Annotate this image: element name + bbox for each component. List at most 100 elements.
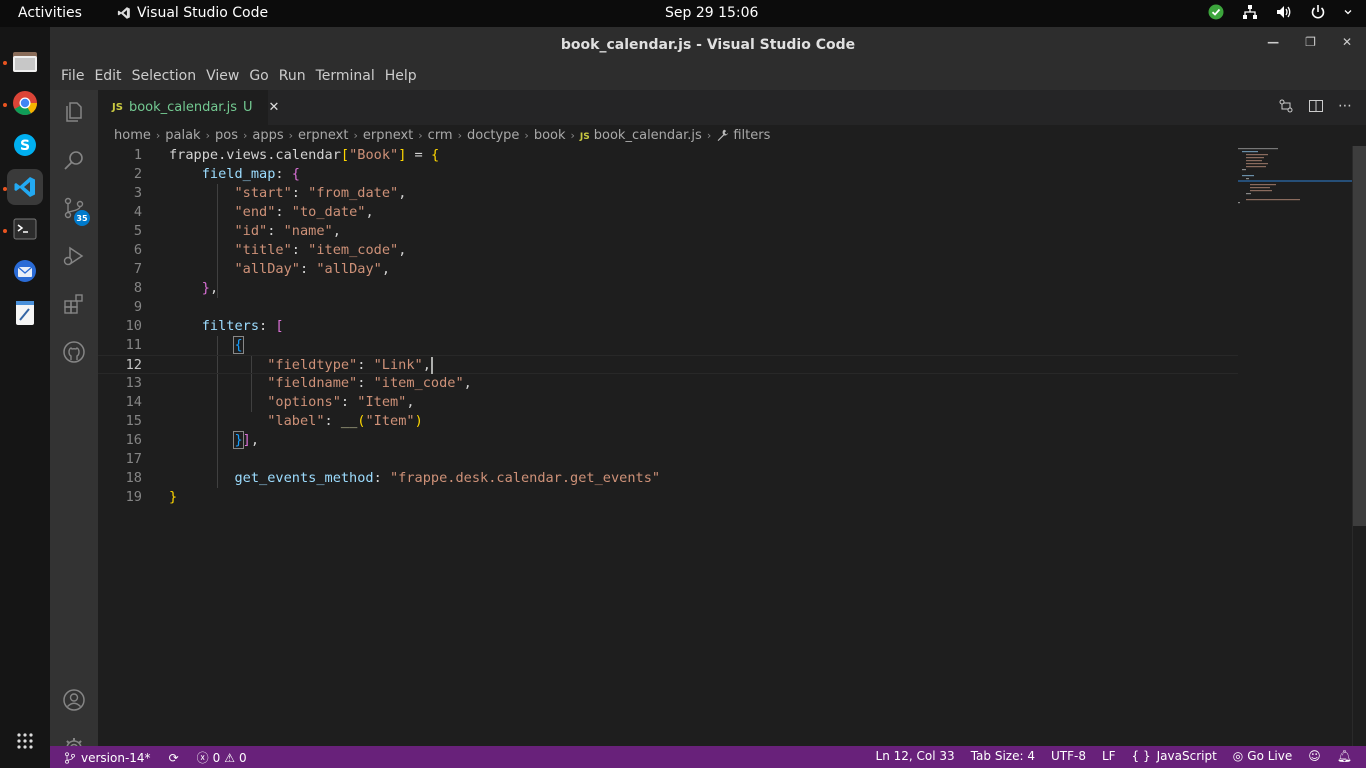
line-number: 9 <box>133 299 142 315</box>
code-text: "end": "to_date", <box>234 204 374 220</box>
code-text: } <box>169 489 178 505</box>
chevron-right-icon: › <box>288 128 294 142</box>
breadcrumb-segment[interactable]: erpnext <box>298 128 348 143</box>
vscode-icon[interactable] <box>7 169 43 205</box>
menu-help[interactable]: Help <box>380 64 422 90</box>
line-number: 15 <box>125 413 142 429</box>
breadcrumb-file[interactable]: JS book_calendar.js <box>580 128 702 143</box>
breadcrumb-segment[interactable]: doctype <box>467 128 519 143</box>
notifications-bell-icon[interactable]: 🔔︎ <box>1337 749 1352 763</box>
network-icon[interactable] <box>1242 4 1258 20</box>
code-text: "id": "name", <box>234 223 341 239</box>
breadcrumb-segment[interactable]: crm <box>428 128 453 143</box>
go-live-button[interactable]: ◎ Go Live <box>1233 749 1292 763</box>
update-shield-icon[interactable] <box>1208 4 1224 20</box>
menu-edit[interactable]: Edit <box>89 64 126 90</box>
app-menu[interactable]: Visual Studio Code <box>117 5 268 21</box>
code-text: "fieldtype": "Link", <box>267 356 433 374</box>
chevron-right-icon: › <box>524 128 529 142</box>
code-text: filters: [ <box>201 318 284 334</box>
code-text: field_map: { <box>201 166 300 182</box>
line-number: 17 <box>125 451 142 467</box>
system-tray <box>1208 4 1352 20</box>
breadcrumb-segment[interactable]: erpnext <box>363 128 413 143</box>
more-actions-icon[interactable]: ⋯ <box>1338 98 1352 114</box>
minimap[interactable] <box>1238 146 1366 746</box>
window-titlebar[interactable]: book_calendar.js - Visual Studio Code — … <box>50 27 1366 64</box>
skype-icon[interactable]: S <box>7 127 43 163</box>
line-number: 18 <box>125 470 142 486</box>
breadcrumb-segment[interactable]: book <box>534 128 566 143</box>
app-name: Visual Studio Code <box>137 5 269 21</box>
error-icon: ⓧ <box>196 751 209 765</box>
volume-icon[interactable] <box>1276 4 1292 20</box>
line-number: 3 <box>133 185 142 201</box>
menu-view[interactable]: View <box>201 64 244 90</box>
github-icon[interactable] <box>62 340 86 364</box>
end-of-line[interactable]: LF <box>1102 749 1116 763</box>
breadcrumb-segment[interactable]: pos <box>215 128 238 143</box>
explorer-icon[interactable] <box>62 100 86 124</box>
split-editor-icon[interactable] <box>1308 98 1324 114</box>
code-line: 16 }], <box>98 431 1238 450</box>
breadcrumb-segment[interactable]: apps <box>252 128 283 143</box>
breadcrumb-segment[interactable]: palak <box>165 128 200 143</box>
language-mode[interactable]: { } JavaScript <box>1132 749 1217 763</box>
status-bar: version-14* ⟳ ⓧ 0 ⚠ 0 Ln 12, Col 33 Tab Si… <box>50 746 1366 768</box>
editor-tab-bar: JS book_calendar.js U ✕ ⋯ <box>98 90 1366 125</box>
thunderbird-icon[interactable] <box>7 253 43 289</box>
line-number: 6 <box>133 242 142 258</box>
activities-button[interactable]: Activities <box>18 5 82 21</box>
tab-close-icon[interactable]: ✕ <box>269 100 280 115</box>
menu-selection[interactable]: Selection <box>127 64 202 90</box>
js-file-icon: JS <box>112 102 123 113</box>
vscode-window: book_calendar.js - Visual Studio Code — … <box>50 27 1366 768</box>
accounts-icon[interactable] <box>62 688 86 712</box>
app-grid-icon[interactable] <box>7 723 43 759</box>
tab-book-calendar-js[interactable]: JS book_calendar.js U ✕ <box>98 90 279 125</box>
code-line: 9 <box>98 298 1238 317</box>
text-cursor <box>430 356 433 374</box>
line-number: 12 <box>125 357 142 373</box>
code-editor[interactable]: 1 frappe.views.calendar["Book"] = { 2 fie… <box>98 146 1238 746</box>
text-editor-icon[interactable] <box>7 295 43 331</box>
files-icon[interactable] <box>7 43 43 79</box>
search-icon[interactable] <box>62 148 86 172</box>
scrollbar-thumb[interactable] <box>1353 146 1366 526</box>
encoding[interactable]: UTF-8 <box>1051 749 1086 763</box>
go-live-label: Go Live <box>1247 749 1293 763</box>
terminal-icon[interactable] <box>7 211 43 247</box>
code-line: 7 "allDay": "allDay", <box>98 260 1238 279</box>
menu-file[interactable]: File <box>56 64 89 90</box>
error-count: 0 <box>212 750 221 765</box>
breadcrumb-symbol[interactable]: filters <box>716 128 770 143</box>
code-text: "allDay": "allDay", <box>234 261 391 277</box>
chrome-icon[interactable] <box>7 85 43 121</box>
line-number: 5 <box>133 223 142 239</box>
sync-icon[interactable]: ⟳ <box>169 751 179 765</box>
extensions-icon[interactable] <box>62 292 86 316</box>
git-branch-icon <box>65 751 75 764</box>
breadcrumb-segment[interactable]: home <box>114 128 151 143</box>
system-menu-arrow-icon[interactable] <box>1344 4 1352 20</box>
problems-indicator[interactable]: ⓧ 0 ⚠ 0 <box>197 749 247 766</box>
open-changes-icon[interactable] <box>1278 98 1294 114</box>
close-window-icon[interactable]: ✕ <box>1342 35 1352 49</box>
cursor-position[interactable]: Ln 12, Col 33 <box>876 749 955 763</box>
menu-go[interactable]: Go <box>244 64 273 90</box>
clock[interactable]: Sep 29 15:06 <box>665 5 758 21</box>
power-icon[interactable] <box>1310 4 1326 20</box>
line-number: 10 <box>125 318 142 334</box>
window-title: book_calendar.js - Visual Studio Code <box>560 37 856 53</box>
menu-terminal[interactable]: Terminal <box>311 64 380 90</box>
code-line-current: 12 "fieldtype": "Link", <box>98 355 1238 374</box>
tab-size[interactable]: Tab Size: 4 <box>971 749 1035 763</box>
code-text: "start": "from_date", <box>234 185 407 201</box>
feedback-icon[interactable]: ☺ <box>1308 749 1321 763</box>
maximize-icon[interactable]: ❐ <box>1305 35 1316 49</box>
run-debug-icon[interactable] <box>62 244 86 268</box>
branch-indicator[interactable]: version-14* <box>64 751 151 765</box>
minimize-icon[interactable]: — <box>1267 35 1279 49</box>
code-line: 15 "label": __("Item") <box>98 412 1238 431</box>
menu-run[interactable]: Run <box>274 64 311 90</box>
